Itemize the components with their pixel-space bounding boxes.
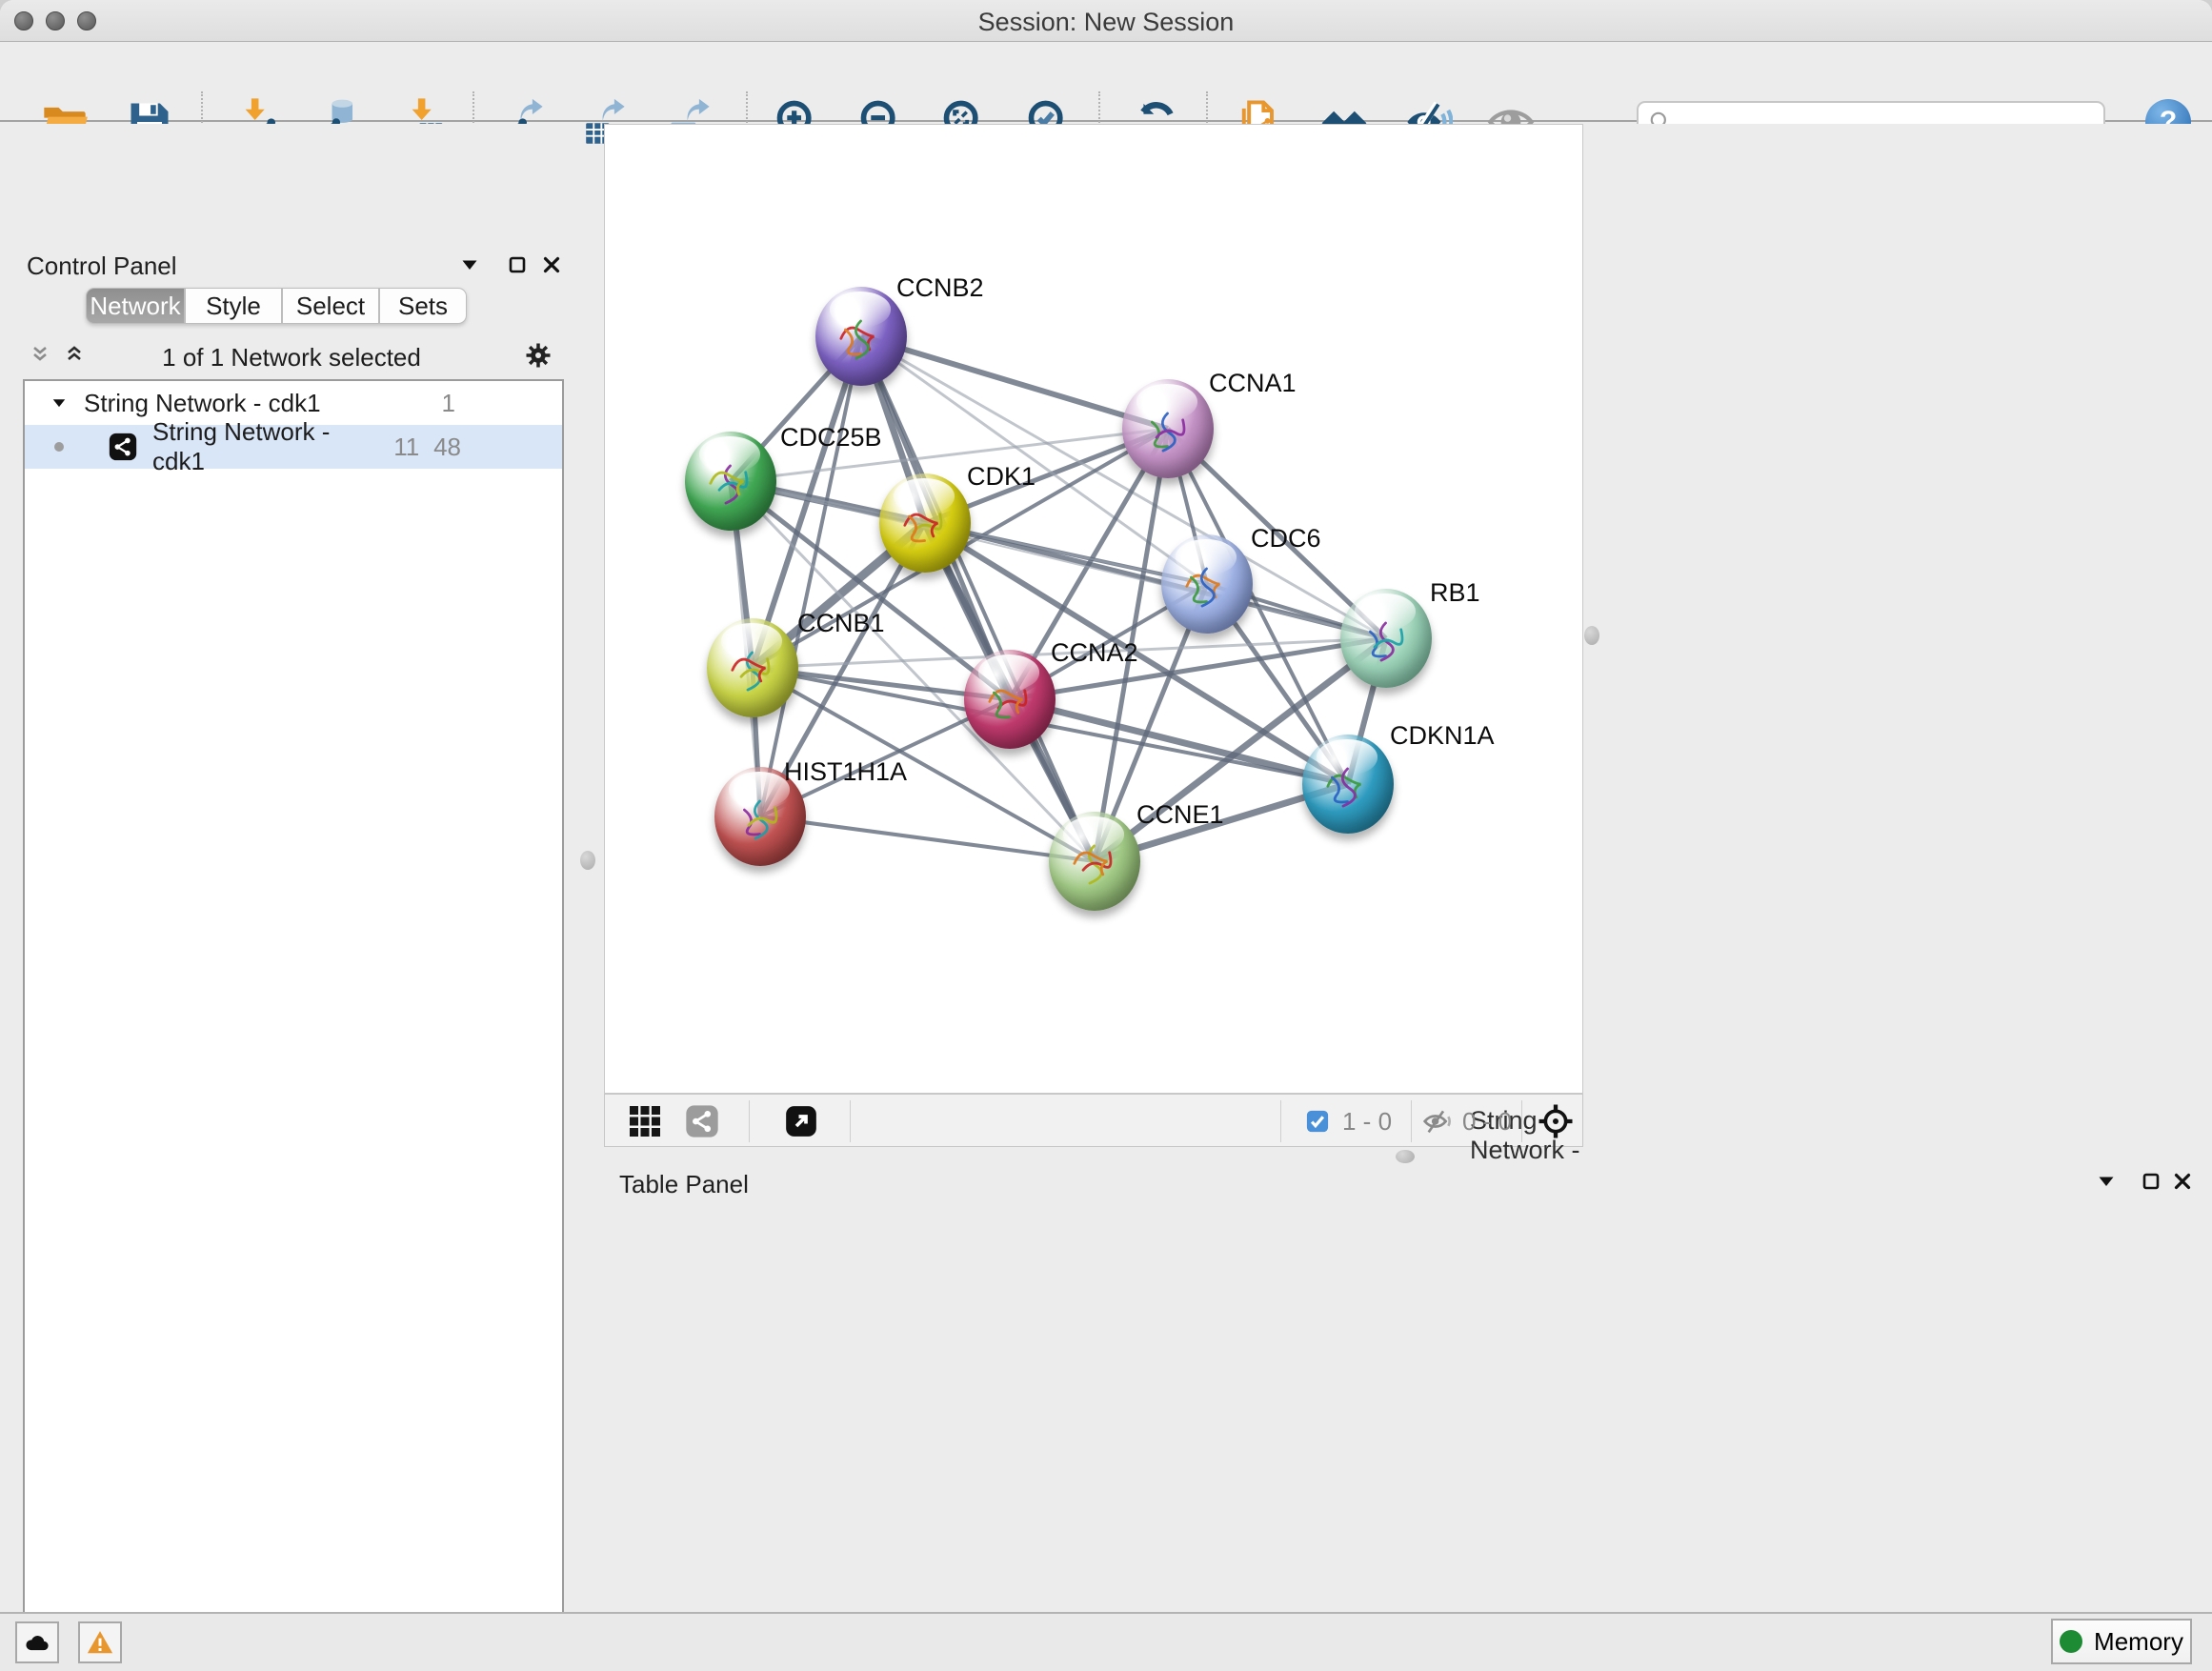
right-splitter-handle[interactable] <box>1584 626 1599 645</box>
detach-view-icon[interactable] <box>782 1102 820 1140</box>
current-network-dot-icon <box>50 437 69 456</box>
table-panel: Table Panel f(x) shared namenamecanonica… <box>604 1164 2212 1612</box>
application-window: Session: New Session ? Control Panel Net… <box>0 0 2212 1671</box>
node-CDK1[interactable] <box>879 473 971 573</box>
memory-status-dot <box>2060 1630 2082 1653</box>
bottom-splitter-handle[interactable] <box>1396 1150 1415 1163</box>
tab-sets[interactable]: Sets <box>379 288 467 324</box>
window-title: Session: New Session <box>0 8 2212 37</box>
network-view-toolbar: String Network - cdk1 1 - 0 0 - 0 <box>604 1094 1583 1147</box>
network-options-gear-icon[interactable] <box>524 341 553 370</box>
network-share-icon[interactable] <box>683 1102 721 1140</box>
toolbar-separator <box>1521 1100 1522 1142</box>
protein-structure-thumbnail <box>892 492 957 559</box>
node-RB1[interactable] <box>1340 589 1432 688</box>
title-bar: Session: New Session <box>0 0 2212 42</box>
table-panel-title: Table Panel <box>619 1170 749 1199</box>
tab-style[interactable]: Style <box>185 288 282 324</box>
edge-CCNB2-CCNA1[interactable] <box>861 336 1168 429</box>
toolbar-separator <box>850 1100 851 1142</box>
collection-label: String Network - cdk1 <box>84 389 321 418</box>
memory-label: Memory <box>2094 1627 2183 1657</box>
toolbar-separator <box>1280 1100 1281 1142</box>
collection-count: 1 <box>417 389 455 418</box>
protein-structure-thumbnail <box>1174 553 1239 620</box>
network-canvas[interactable]: CCNB2CCNA1CDC25BCDK1CDC6RB1CCNB1CCNA2CDK… <box>604 124 1583 1094</box>
network-edge-count: 48 <box>419 433 461 462</box>
network-selection-row: 1 of 1 Network selected <box>0 335 583 377</box>
collection-expand-icon[interactable] <box>50 393 69 413</box>
node-CCNB1[interactable] <box>707 618 798 717</box>
status-bar: Memory <box>0 1612 2212 1671</box>
table-panel-float-icon[interactable] <box>2140 1170 2162 1193</box>
left-splitter-handle[interactable] <box>580 851 595 870</box>
node-CCNE1[interactable] <box>1049 812 1140 911</box>
warning-icon[interactable] <box>78 1621 122 1663</box>
hidden-eye-slash-icon[interactable] <box>1422 1106 1453 1137</box>
node-CDC6[interactable] <box>1161 534 1253 634</box>
protein-structure-thumbnail <box>1353 607 1418 674</box>
protein-structure-thumbnail <box>976 668 1042 735</box>
network-selection-status: 1 of 1 Network selected <box>0 343 583 372</box>
node-CDKN1A[interactable] <box>1302 735 1394 834</box>
network-row-selected[interactable]: String Network - cdk1 11 48 <box>25 425 562 469</box>
node-CCNA1[interactable] <box>1122 379 1214 478</box>
network-edges-layer <box>605 125 1584 1095</box>
hidden-counts: 0 - 0 <box>1462 1107 1512 1137</box>
network-list: String Network - cdk1 1 String Network -… <box>23 379 564 1671</box>
edge-CCNB2-HIST1H1A[interactable] <box>760 336 861 816</box>
protein-structure-thumbnail <box>1061 830 1127 897</box>
protein-structure-thumbnail <box>719 636 785 704</box>
table-panel-collapse-icon[interactable] <box>2095 1170 2118 1193</box>
node-CCNA2[interactable] <box>964 650 1056 749</box>
node-CCNB2[interactable] <box>815 287 907 386</box>
control-panel-title: Control Panel <box>27 252 177 281</box>
edge-HIST1H1A-CCNE1[interactable] <box>760 816 1095 861</box>
memory-button[interactable]: Memory <box>2051 1619 2192 1664</box>
tab-select[interactable]: Select <box>282 288 379 324</box>
protein-structure-thumbnail <box>697 450 763 517</box>
protein-structure-thumbnail <box>727 785 793 853</box>
birds-eye-view-icon[interactable] <box>626 1102 664 1140</box>
protein-structure-thumbnail <box>1135 397 1200 465</box>
protein-structure-thumbnail <box>1315 753 1380 820</box>
network-row-label: String Network - cdk1 <box>152 417 377 476</box>
control-panel-float-icon[interactable] <box>506 253 529 276</box>
edge-CCNB2-CCNE1[interactable] <box>861 336 1095 861</box>
control-panel-close-icon[interactable] <box>540 253 563 276</box>
table-panel-close-icon[interactable] <box>2171 1170 2194 1193</box>
control-panel: Control Panel Network Style Select Sets … <box>0 124 583 1612</box>
string-network-icon <box>107 431 139 463</box>
selected-counts: 1 - 0 <box>1342 1107 1392 1137</box>
tab-network[interactable]: Network <box>86 288 185 324</box>
control-panel-collapse-icon[interactable] <box>458 253 481 276</box>
node-CDC25B[interactable] <box>685 432 776 531</box>
protein-structure-thumbnail <box>828 305 894 372</box>
selected-checkbox-icon[interactable] <box>1304 1108 1331 1135</box>
fit-selected-crosshair-icon[interactable] <box>1537 1102 1575 1140</box>
cloud-icon[interactable] <box>15 1621 59 1663</box>
toolbar-separator <box>749 1100 750 1142</box>
control-panel-tabs: Network Style Select Sets <box>86 288 467 324</box>
network-node-count: 11 <box>377 433 419 462</box>
toolbar-separator <box>1411 1100 1412 1142</box>
node-HIST1H1A[interactable] <box>714 767 806 866</box>
main-toolbar: ? <box>0 42 2212 122</box>
